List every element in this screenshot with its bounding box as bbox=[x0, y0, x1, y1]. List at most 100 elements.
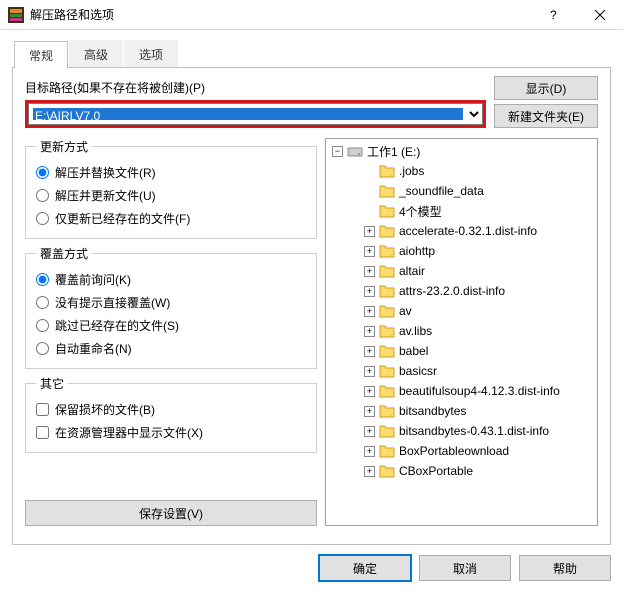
update-extract-update[interactable]: 解压并更新文件(U) bbox=[36, 184, 306, 207]
tree-item-label: aiohttp bbox=[399, 244, 435, 258]
tree-item[interactable]: + CBoxPortable bbox=[326, 461, 597, 481]
tree-item[interactable]: 4个模型 bbox=[326, 201, 597, 221]
folder-icon bbox=[379, 343, 395, 359]
tree-item[interactable]: _soundfile_data bbox=[326, 181, 597, 201]
destination-path-highlight: E:\AIRLV7.0 bbox=[25, 100, 486, 128]
expand-icon[interactable]: + bbox=[364, 326, 375, 337]
expand-icon[interactable]: + bbox=[364, 406, 375, 417]
tree-item[interactable]: + attrs-23.2.0.dist-info bbox=[326, 281, 597, 301]
tree-item-label: accelerate-0.32.1.dist-info bbox=[399, 224, 537, 238]
overwrite-rename[interactable]: 自动重命名(N) bbox=[36, 337, 306, 360]
expand-icon[interactable]: + bbox=[364, 266, 375, 277]
new-folder-button[interactable]: 新建文件夹(E) bbox=[494, 104, 598, 128]
dialog-button-row: 确定 取消 帮助 bbox=[0, 545, 623, 593]
misc-show-explorer[interactable]: 在资源管理器中显示文件(X) bbox=[36, 421, 306, 444]
update-mode-group: 更新方式 解压并替换文件(R) 解压并更新文件(U) 仅更新已经存在的文件(F) bbox=[25, 138, 317, 239]
tree-item-label: _soundfile_data bbox=[399, 184, 484, 198]
cancel-button[interactable]: 取消 bbox=[419, 555, 511, 581]
tree-item-label: bitsandbytes bbox=[399, 404, 466, 418]
tree-item[interactable]: + av.libs bbox=[326, 321, 597, 341]
tree-item[interactable]: + aiohttp bbox=[326, 241, 597, 261]
tree-item-label: altair bbox=[399, 264, 425, 278]
tree-item-label: CBoxPortable bbox=[399, 464, 473, 478]
misc-legend: 其它 bbox=[36, 375, 68, 392]
tree-item-label: .jobs bbox=[399, 164, 424, 178]
svg-text:?: ? bbox=[550, 10, 557, 20]
tree-item-label: av bbox=[399, 304, 412, 318]
tree-item-label: beautifulsoup4-4.12.3.dist-info bbox=[399, 384, 560, 398]
folder-icon bbox=[379, 323, 395, 339]
tree-item[interactable]: + bitsandbytes-0.43.1.dist-info bbox=[326, 421, 597, 441]
update-only-existing[interactable]: 仅更新已经存在的文件(F) bbox=[36, 207, 306, 230]
tree-item[interactable]: + altair bbox=[326, 261, 597, 281]
destination-path-label: 目标路径(如果不存在将被创建)(P) bbox=[25, 79, 486, 96]
help-dialog-button[interactable]: 帮助 bbox=[519, 555, 611, 581]
update-extract-replace[interactable]: 解压并替换文件(R) bbox=[36, 161, 306, 184]
tree-root[interactable]: − 工作1 (E:) bbox=[326, 141, 597, 161]
overwrite-skip[interactable]: 跳过已经存在的文件(S) bbox=[36, 314, 306, 337]
tree-item[interactable]: + babel bbox=[326, 341, 597, 361]
close-button[interactable] bbox=[577, 0, 623, 30]
tree-item-label: basicsr bbox=[399, 364, 437, 378]
folder-icon bbox=[379, 243, 395, 259]
folder-icon bbox=[379, 383, 395, 399]
expand-icon[interactable]: + bbox=[364, 446, 375, 457]
expand-icon[interactable]: + bbox=[364, 366, 375, 377]
tab-general[interactable]: 常规 bbox=[14, 41, 68, 68]
tree-item[interactable]: .jobs bbox=[326, 161, 597, 181]
expand-icon[interactable]: + bbox=[364, 466, 375, 477]
tree-item-label: BoxPortableownload bbox=[399, 444, 509, 458]
overwrite-mode-group: 覆盖方式 覆盖前询问(K) 没有提示直接覆盖(W) 跳过已经存在的文件(S) 自… bbox=[25, 245, 317, 369]
save-settings-button[interactable]: 保存设置(V) bbox=[25, 500, 317, 526]
folder-icon bbox=[379, 403, 395, 419]
folder-icon bbox=[379, 203, 395, 219]
overwrite-mode-legend: 覆盖方式 bbox=[36, 245, 92, 262]
display-button[interactable]: 显示(D) bbox=[494, 76, 598, 100]
tab-advanced[interactable]: 高级 bbox=[69, 40, 123, 67]
folder-icon bbox=[379, 363, 395, 379]
tree-root-label: 工作1 (E:) bbox=[367, 143, 420, 160]
folder-icon bbox=[379, 423, 395, 439]
tree-item[interactable]: + bitsandbytes bbox=[326, 401, 597, 421]
folder-icon bbox=[379, 183, 395, 199]
tree-item[interactable]: + basicsr bbox=[326, 361, 597, 381]
expand-icon[interactable]: + bbox=[364, 226, 375, 237]
collapse-icon[interactable]: − bbox=[332, 146, 343, 157]
folder-icon bbox=[379, 443, 395, 459]
tree-item-label: babel bbox=[399, 344, 428, 358]
drive-icon bbox=[347, 143, 363, 159]
folder-icon bbox=[379, 303, 395, 319]
expand-icon[interactable]: + bbox=[364, 386, 375, 397]
folder-icon bbox=[379, 283, 395, 299]
expand-icon[interactable]: + bbox=[364, 246, 375, 257]
misc-group: 其它 保留损坏的文件(B) 在资源管理器中显示文件(X) bbox=[25, 375, 317, 453]
tree-item-label: av.libs bbox=[399, 324, 432, 338]
tab-panel: 目标路径(如果不存在将被创建)(P) E:\AIRLV7.0 显示(D) 新建文… bbox=[12, 68, 611, 545]
folder-icon bbox=[379, 463, 395, 479]
folder-icon bbox=[379, 163, 395, 179]
tree-item[interactable]: + av bbox=[326, 301, 597, 321]
expand-icon[interactable]: + bbox=[364, 346, 375, 357]
tree-item[interactable]: + accelerate-0.32.1.dist-info bbox=[326, 221, 597, 241]
ok-button[interactable]: 确定 bbox=[319, 555, 411, 581]
expand-icon[interactable]: + bbox=[364, 286, 375, 297]
overwrite-silent[interactable]: 没有提示直接覆盖(W) bbox=[36, 291, 306, 314]
tree-item-label: bitsandbytes-0.43.1.dist-info bbox=[399, 424, 549, 438]
window-title: 解压路径和选项 bbox=[30, 6, 531, 23]
destination-path-combo[interactable] bbox=[28, 103, 483, 125]
tab-strip: 常规 高级 选项 bbox=[12, 40, 611, 68]
misc-keep-broken[interactable]: 保留损坏的文件(B) bbox=[36, 398, 306, 421]
folder-icon bbox=[379, 223, 395, 239]
content-area: 常规 高级 选项 目标路径(如果不存在将被创建)(P) E:\AIRLV7.0 … bbox=[0, 30, 623, 545]
tree-item[interactable]: + beautifulsoup4-4.12.3.dist-info bbox=[326, 381, 597, 401]
overwrite-ask[interactable]: 覆盖前询问(K) bbox=[36, 268, 306, 291]
folder-tree[interactable]: − 工作1 (E:) .jobs _soundfile_data 4个模型 + acce… bbox=[325, 138, 598, 526]
tree-item-label: attrs-23.2.0.dist-info bbox=[399, 284, 505, 298]
expand-icon[interactable]: + bbox=[364, 306, 375, 317]
expand-icon[interactable]: + bbox=[364, 426, 375, 437]
tree-item[interactable]: + BoxPortableownload bbox=[326, 441, 597, 461]
tab-options[interactable]: 选项 bbox=[124, 40, 178, 67]
tree-item-label: 4个模型 bbox=[399, 203, 442, 220]
help-button[interactable]: ? bbox=[531, 0, 577, 30]
update-mode-legend: 更新方式 bbox=[36, 138, 92, 155]
